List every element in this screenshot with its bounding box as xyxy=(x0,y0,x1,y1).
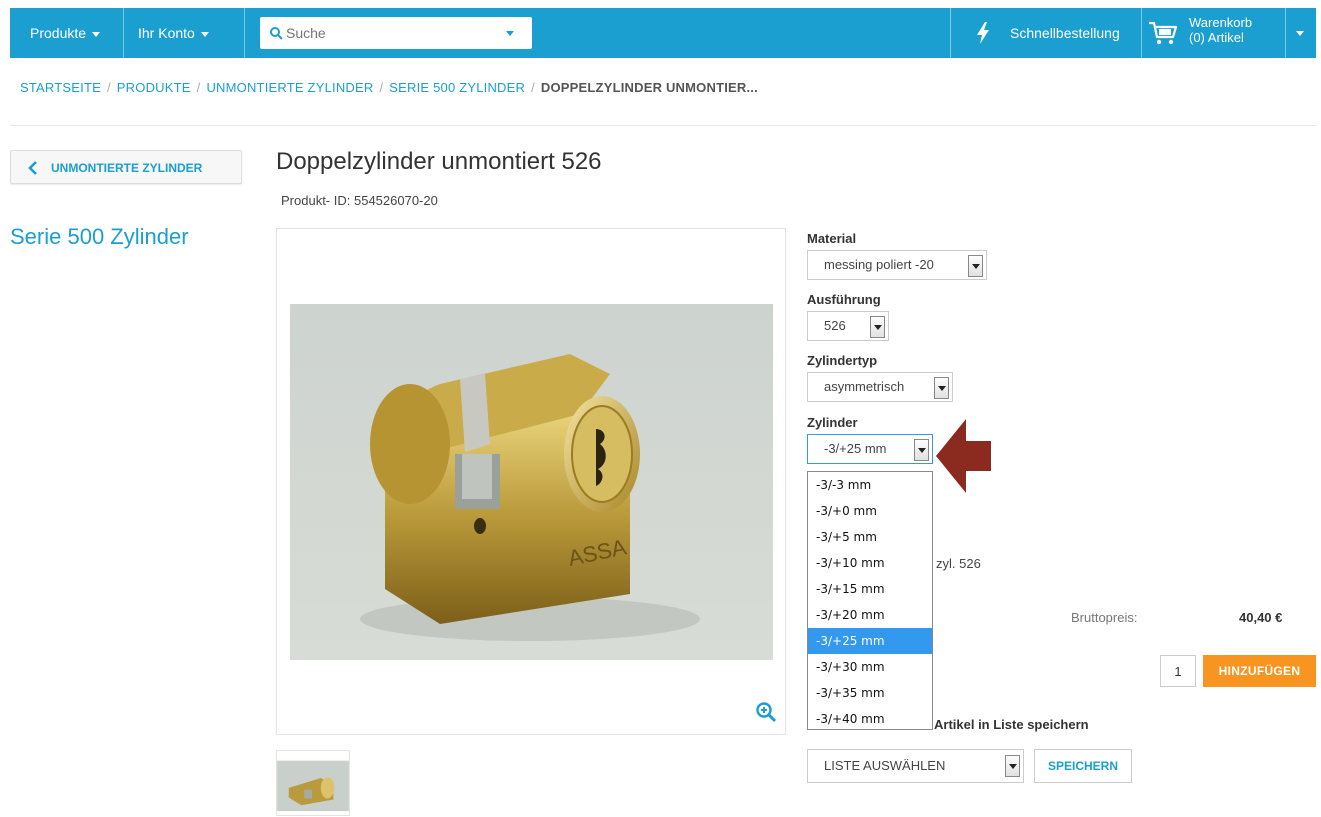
nav-divider xyxy=(123,8,124,58)
search-input[interactable] xyxy=(286,17,486,49)
dropdown-option[interactable]: -3/+5 mm xyxy=(808,524,932,550)
dropdown-option[interactable]: -3/+20 mm xyxy=(808,602,932,628)
breadcrumb-current: DOPPELZYLINDER UNMONTIER... xyxy=(540,80,758,95)
add-to-cart-button[interactable]: HINZUFÜGEN xyxy=(1203,655,1316,687)
chevron-down-icon[interactable] xyxy=(968,255,983,277)
category-title: Serie 500 Zylinder xyxy=(10,224,189,249)
list-select[interactable]: LISTE AUSWÄHLEN xyxy=(807,749,1024,783)
thumbnail-image xyxy=(277,760,349,812)
zoom-in-icon[interactable] xyxy=(755,701,777,723)
product-id: Produkt- ID: 554526070-20 xyxy=(281,193,438,208)
dropdown-option[interactable]: -3/+25 mm xyxy=(808,628,932,654)
ausfuehrung-label: Ausführung xyxy=(807,292,881,307)
product-id-value: 554526070-20 xyxy=(353,193,438,208)
zylindertyp-select-value: asymmetrisch xyxy=(824,379,905,394)
breadcrumb: STARTSEITE / PRODUKTE / UNMONTIERTE ZYLINDER… xyxy=(20,80,758,95)
chevron-down-icon[interactable] xyxy=(1005,755,1020,777)
zylinder-select-value: -3/+25 mm xyxy=(824,441,887,456)
nav-divider xyxy=(1141,8,1142,58)
nav-divider xyxy=(950,8,951,58)
zylinder-label: Zylinder xyxy=(807,415,858,430)
nav-account-menu[interactable]: Ihr Konto xyxy=(138,8,209,58)
dropdown-option[interactable]: -3/+10 mm xyxy=(808,550,932,576)
divider xyxy=(10,125,1316,126)
nav-account-label: Ihr Konto xyxy=(138,25,195,41)
dropdown-option[interactable]: -3/+15 mm xyxy=(808,576,932,602)
red-arrow-annotation xyxy=(936,419,991,493)
material-label: Material xyxy=(807,231,857,246)
zylinder-select[interactable]: -3/+25 mm xyxy=(807,434,933,464)
chevron-down-icon[interactable] xyxy=(1296,31,1304,36)
cart-title: Warenkorb xyxy=(1189,15,1253,30)
dropdown-option[interactable]: -3/+30 mm xyxy=(808,654,932,680)
dropdown-option[interactable]: -3/-3 mm xyxy=(808,472,932,498)
top-navbar: Produkte Ihr Konto Schnellbestellung War… xyxy=(10,8,1316,58)
product-title: Doppelzylinder unmontiert 526 xyxy=(276,148,602,175)
save-to-list-label: Artikel in Liste speichern xyxy=(934,717,1089,732)
nav-products-label: Produkte xyxy=(30,25,87,41)
chevron-down-icon[interactable] xyxy=(934,377,949,399)
back-button-label: UNMONTIERTE ZYLINDER xyxy=(51,161,203,175)
dropdown-option[interactable]: -3/+0 mm xyxy=(808,498,932,524)
zylinder-dropdown-list: -3/-3 mm -3/+0 mm -3/+5 mm -3/+10 mm -3/+15 … xyxy=(807,471,933,730)
cart-icon[interactable] xyxy=(1148,20,1178,46)
breadcrumb-link[interactable]: SERIE 500 ZYLINDER xyxy=(389,80,525,95)
list-select-value: LISTE AUSWÄHLEN xyxy=(824,758,946,773)
nav-products-menu[interactable]: Produkte xyxy=(30,8,101,58)
breadcrumb-link[interactable]: STARTSEITE xyxy=(20,80,101,95)
chevron-down-icon xyxy=(200,31,209,37)
chevron-left-icon xyxy=(28,161,37,175)
back-to-category-button[interactable]: UNMONTIERTE ZYLINDER xyxy=(10,150,242,184)
material-select-value: messing poliert -20 xyxy=(824,257,934,272)
nav-divider xyxy=(244,8,245,58)
material-select[interactable]: messing poliert -20 xyxy=(807,250,987,280)
nav-divider xyxy=(1285,8,1286,58)
zylindertyp-select[interactable]: asymmetrisch xyxy=(807,372,953,402)
quantity-input[interactable] xyxy=(1160,655,1196,687)
ausfuehrung-select-value: 526 xyxy=(824,318,846,333)
quick-order-link[interactable]: Schnellbestellung xyxy=(1010,8,1120,58)
dropdown-option[interactable]: -3/+40 mm xyxy=(808,706,932,732)
price-label: Bruttopreis: xyxy=(1071,610,1138,625)
cart-summary[interactable]: Warenkorb (0) Artikel xyxy=(1189,15,1252,45)
chevron-down-icon[interactable] xyxy=(914,439,929,461)
breadcrumb-separator: / xyxy=(531,80,535,95)
breadcrumb-separator: / xyxy=(196,80,201,95)
cart-count: (0) Artikel xyxy=(1189,30,1244,45)
chevron-down-icon[interactable] xyxy=(506,31,514,36)
breadcrumb-separator: / xyxy=(379,80,384,95)
search-icon xyxy=(270,27,283,40)
product-id-label: Produkt- ID: xyxy=(281,193,351,208)
breadcrumb-separator: / xyxy=(106,80,111,95)
product-photo[interactable]: ASSA xyxy=(290,304,773,660)
product-thumbnail[interactable] xyxy=(276,750,350,816)
breadcrumb-link[interactable]: UNMONTIERTE ZYLINDER xyxy=(206,80,373,95)
ausfuehrung-select[interactable]: 526 xyxy=(807,311,889,341)
zylindertyp-label: Zylindertyp xyxy=(807,353,878,368)
bolt-icon xyxy=(977,22,989,44)
dropdown-option[interactable]: -3/+35 mm xyxy=(808,680,932,706)
breadcrumb-link[interactable]: PRODUKTE xyxy=(117,80,191,95)
price-value: 40,40 € xyxy=(1239,610,1283,625)
chevron-down-icon[interactable] xyxy=(870,316,885,338)
save-list-button[interactable]: SPEICHERN xyxy=(1034,749,1132,783)
product-variant-text: zyl. 526 xyxy=(936,556,981,571)
product-image-panel: ASSA xyxy=(276,228,786,735)
chevron-down-icon xyxy=(92,31,101,37)
search-box[interactable] xyxy=(260,17,532,49)
quick-order-label: Schnellbestellung xyxy=(1010,25,1120,41)
